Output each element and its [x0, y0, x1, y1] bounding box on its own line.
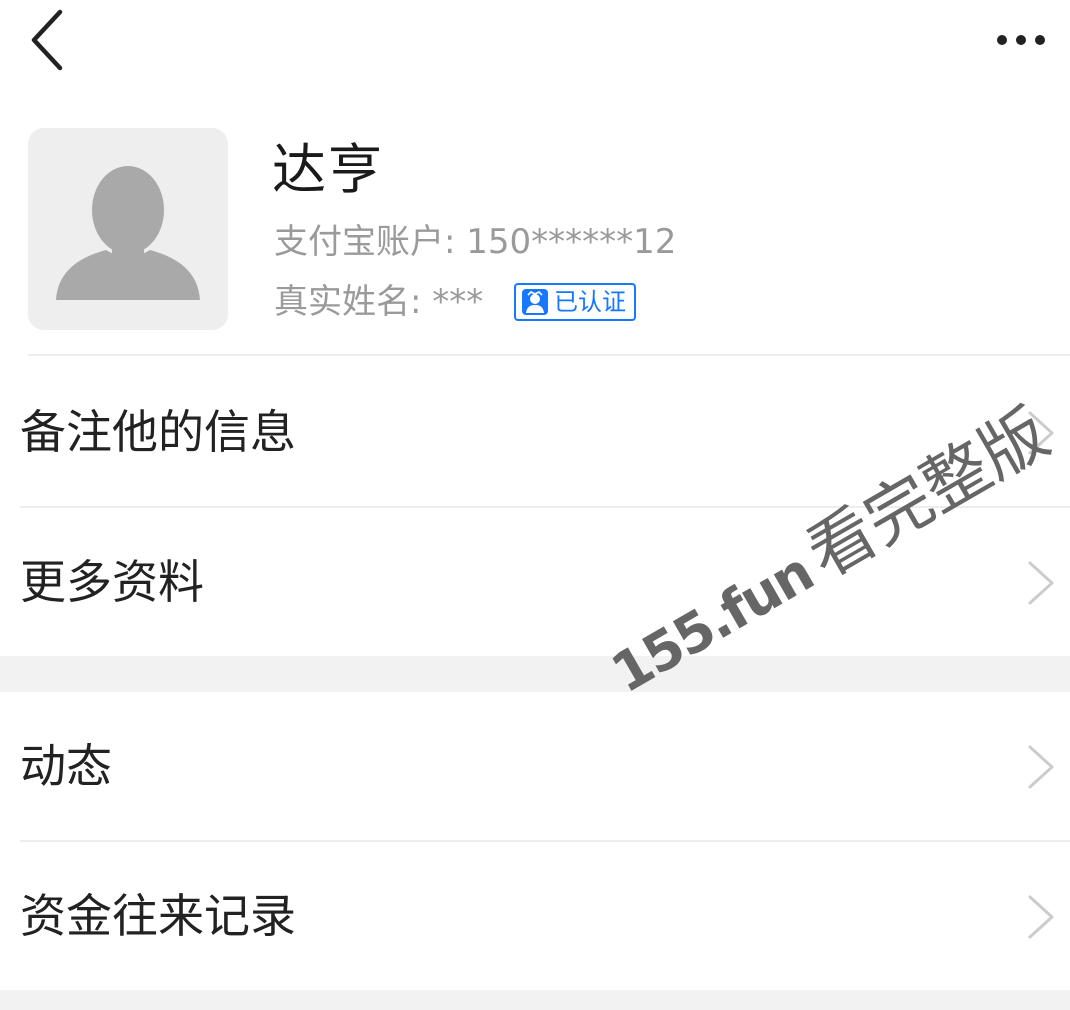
account-line: 支付宝账户: 150******12: [274, 218, 676, 266]
chevron-right-icon: [1028, 745, 1054, 789]
menu-item-remark[interactable]: 备注他的信息: [0, 358, 1070, 506]
profile-name: 达亨: [272, 138, 384, 201]
back-button[interactable]: [22, 8, 78, 72]
menu-item-label: 动态: [20, 739, 112, 793]
chevron-right-icon: [1028, 895, 1054, 939]
avatar[interactable]: [28, 128, 228, 330]
chevron-left-icon: [31, 9, 63, 71]
section-gap: [0, 990, 1070, 1010]
nav-bar: [0, 0, 1070, 90]
menu-item-moments[interactable]: 动态: [0, 692, 1070, 840]
default-avatar-icon: [56, 166, 200, 300]
verified-label: 已认证: [554, 288, 626, 316]
menu-item-transfer-records[interactable]: 资金往来记录: [0, 842, 1070, 990]
more-dots-icon: [997, 35, 1045, 45]
account-label: 支付宝账户:: [274, 222, 456, 262]
verified-badge[interactable]: 已认证: [514, 283, 636, 321]
chevron-right-icon: [1028, 561, 1054, 605]
realname-value: ***: [432, 282, 484, 322]
menu-item-more-info[interactable]: 更多资料: [0, 508, 1070, 656]
more-button[interactable]: [992, 20, 1052, 60]
profile-header: 达亨 支付宝账户: 150******12 真实姓名: *** 已认证: [0, 120, 1070, 352]
realname-line: 真实姓名: ***: [274, 278, 483, 326]
account-value: 150******12: [466, 222, 677, 262]
menu-item-label: 资金往来记录: [20, 889, 296, 943]
realname-label: 真实姓名:: [274, 282, 422, 322]
verified-person-icon: [522, 289, 548, 315]
menu-item-label: 更多资料: [20, 555, 204, 609]
section-gap: [0, 656, 1070, 692]
menu-item-label: 备注他的信息: [20, 405, 296, 459]
chevron-right-icon: [1028, 411, 1054, 455]
divider: [28, 354, 1070, 356]
